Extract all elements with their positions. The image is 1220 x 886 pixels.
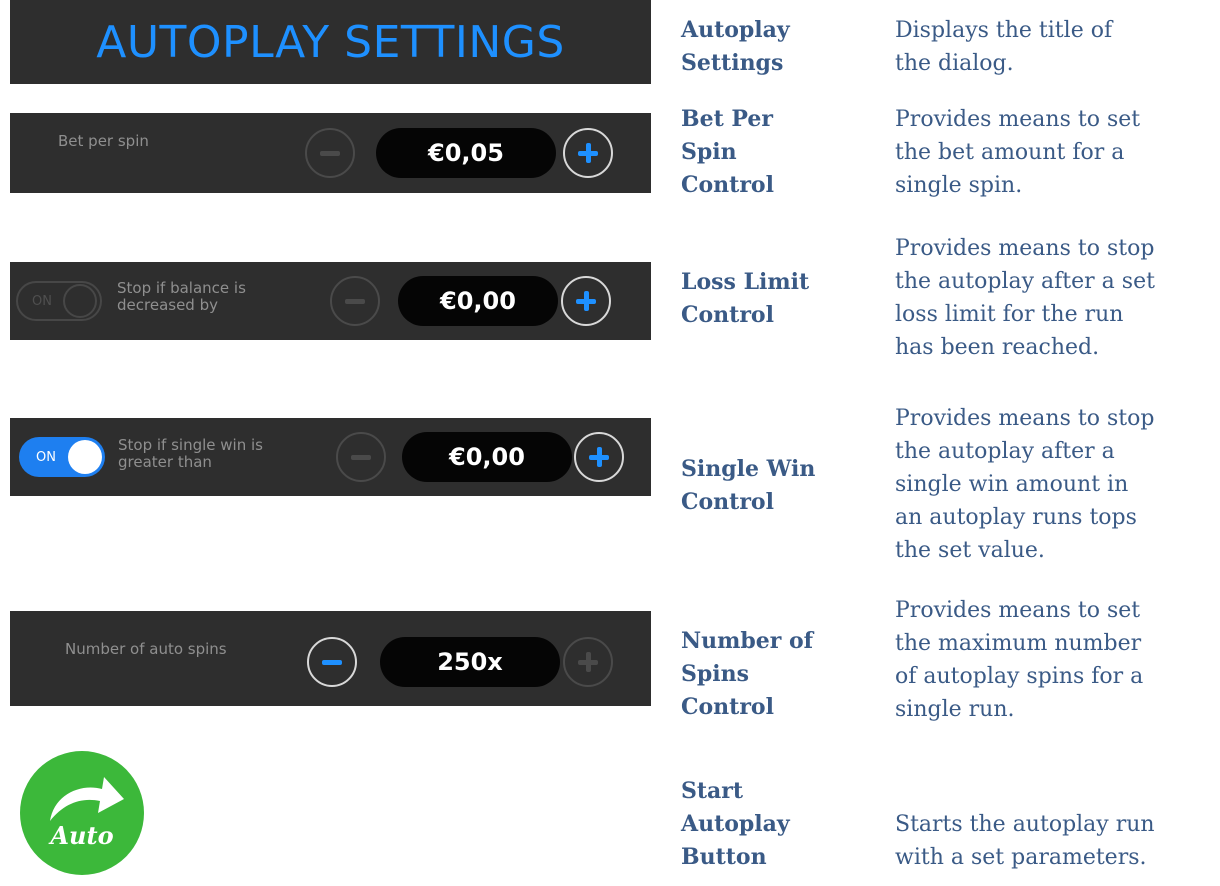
single-win-label-line2: greater than <box>118 453 212 471</box>
auto-spins-value: 250x <box>380 637 560 687</box>
term-start-autoplay: Start Autoplay Button <box>681 778 790 870</box>
loss-limit-value: €0,00 <box>398 276 558 326</box>
bet-increase-button[interactable] <box>563 128 613 178</box>
toggle-knob <box>68 440 102 474</box>
term-number-of-spins: Number of Spins Control <box>681 628 814 720</box>
autoplay-title-panel: AUTOPLAY SETTINGS <box>10 0 651 84</box>
loss-limit-toggle[interactable]: ON <box>16 281 102 321</box>
auto-spins-label: Number of auto spins <box>65 640 227 658</box>
toggle-label: ON <box>32 293 52 309</box>
desc-bet-per-spin: Provides means to set the bet amount for… <box>895 107 1141 198</box>
minus-icon <box>345 298 365 304</box>
minus-icon <box>320 150 340 156</box>
loss-increase-button[interactable] <box>561 276 611 326</box>
term-loss-limit: Loss Limit Control <box>681 269 810 328</box>
win-increase-button[interactable] <box>574 432 624 482</box>
single-win-label-line1: Stop if single win is <box>118 436 263 454</box>
toggle-knob <box>63 284 97 318</box>
bet-per-spin-panel: Bet per spin €0,05 <box>10 113 651 193</box>
desc-autoplay-settings: Displays the title of the dialog. <box>895 18 1113 76</box>
redo-arrow-icon <box>50 777 124 821</box>
start-autoplay-button[interactable]: Auto <box>20 751 144 875</box>
dialog-title: AUTOPLAY SETTINGS <box>96 16 565 68</box>
win-decrease-button[interactable] <box>336 432 386 482</box>
desc-start-autoplay: Starts the autoplay run with a set param… <box>895 812 1155 870</box>
term-autoplay-settings: Autoplay Settings <box>681 17 790 76</box>
toggle-label: ON <box>36 449 56 465</box>
minus-icon <box>351 454 371 460</box>
auto-button-label: Auto <box>50 821 114 850</box>
desc-single-win: Provides means to stop the autoplay afte… <box>895 406 1155 563</box>
single-win-value: €0,00 <box>402 432 572 482</box>
term-bet-per-spin: Bet Per Spin Control <box>681 106 774 198</box>
single-win-panel: ON Stop if single win is greater than €0… <box>10 418 651 496</box>
bet-per-spin-label: Bet per spin <box>58 132 149 150</box>
loss-limit-label-line2: decreased by <box>117 296 218 314</box>
loss-limit-panel: ON Stop if balance is decreased by €0,00 <box>10 262 651 340</box>
spins-increase-button[interactable] <box>563 637 613 687</box>
loss-decrease-button[interactable] <box>330 276 380 326</box>
loss-limit-label-line1: Stop if balance is <box>117 279 246 297</box>
single-win-toggle[interactable]: ON <box>19 437 105 477</box>
desc-number-of-spins: Provides means to set the maximum number… <box>895 598 1144 722</box>
term-single-win: Single Win Control <box>681 456 816 515</box>
bet-decrease-button[interactable] <box>305 128 355 178</box>
bet-value: €0,05 <box>376 128 556 178</box>
auto-spins-panel: Number of auto spins 250x <box>10 611 651 706</box>
spins-decrease-button[interactable] <box>307 637 357 687</box>
minus-icon <box>322 659 342 665</box>
desc-loss-limit: Provides means to stop the autoplay afte… <box>895 236 1155 360</box>
